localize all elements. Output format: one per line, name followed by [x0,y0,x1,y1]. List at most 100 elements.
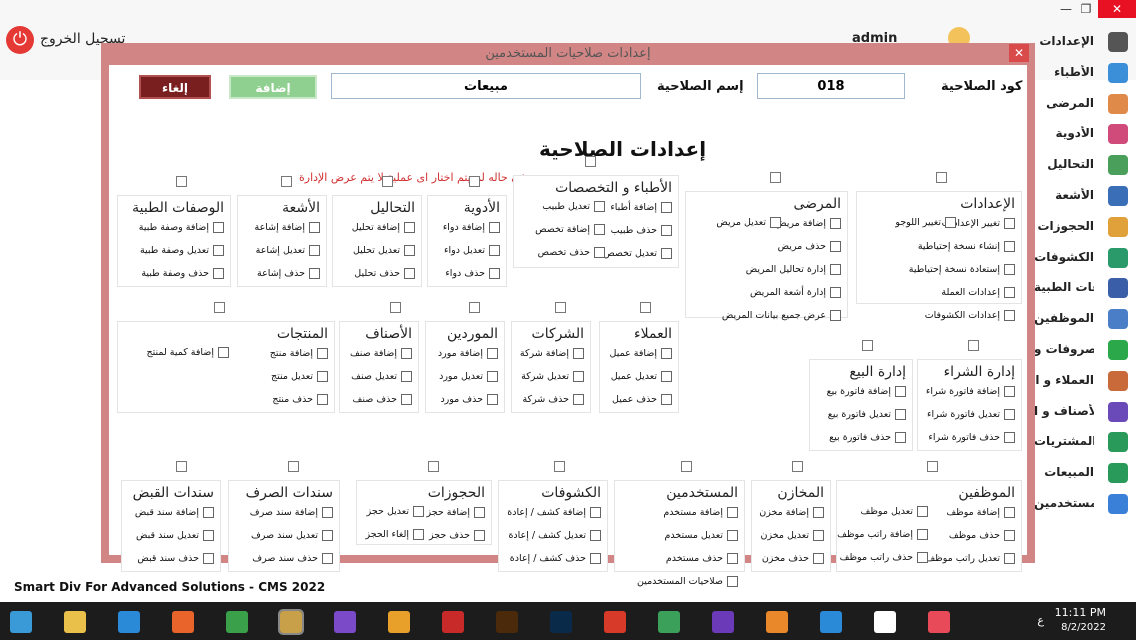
window-close-button[interactable]: ✕ [1098,0,1136,18]
permission-option[interactable]: تعديل مخزن [756,524,824,547]
permission-checkbox[interactable] [309,245,320,256]
permission-option[interactable]: تعديل وصفة طبية [122,239,224,262]
permission-checkbox[interactable] [594,224,605,235]
permission-checkbox[interactable] [413,529,424,540]
permission-checkbox[interactable] [1004,386,1015,397]
group-select-checkbox[interactable] [176,176,187,187]
permission-checkbox[interactable] [474,530,485,541]
permission-checkbox[interactable] [813,530,824,541]
permission-option[interactable]: تعديل عميل [604,365,672,388]
code-field[interactable]: 018 [757,73,905,99]
permission-checkbox[interactable] [413,506,424,517]
permission-checkbox[interactable] [1004,287,1015,298]
permission-option[interactable]: إضافة مستخدم [619,501,738,524]
permission-option[interactable]: تعديل فاتورة شراء [922,403,1015,426]
permission-checkbox[interactable] [727,530,738,541]
permission-checkbox[interactable] [474,507,485,518]
permission-option[interactable]: إلغاء الحجز [356,523,424,546]
permission-checkbox[interactable] [1004,241,1015,252]
add-button[interactable]: إضافة [229,75,317,99]
permission-checkbox[interactable] [203,530,214,541]
tools-icon[interactable] [278,609,304,635]
permission-checkbox[interactable] [489,268,500,279]
sidebar-item[interactable]: المشتريات [1024,428,1136,456]
language-indicator[interactable]: ع [1037,614,1044,627]
permission-checkbox[interactable] [1004,530,1015,541]
group-select-checkbox[interactable] [681,461,692,472]
permission-option[interactable]: إضافة تحليل [337,216,415,239]
permission-option[interactable]: تعديل مريض [685,211,781,234]
permission-checkbox[interactable] [213,268,224,279]
permission-checkbox[interactable] [489,245,500,256]
permission-checkbox[interactable] [1004,507,1015,518]
permission-option[interactable]: حذف عميل [604,388,672,411]
clock-date[interactable]: 8/2/2022 [1061,622,1106,633]
permission-checkbox[interactable] [1004,218,1015,229]
permission-option[interactable]: حذف صنف [344,388,412,411]
group-select-checkbox[interactable] [288,461,299,472]
permission-checkbox[interactable] [917,552,928,563]
permission-option[interactable]: تغيير اللوجو [856,211,956,234]
permission-checkbox[interactable] [1004,409,1015,420]
permission-option[interactable]: تعديل مستخدم [619,524,738,547]
permission-checkbox[interactable] [404,222,415,233]
permission-option[interactable]: إضافة إشاعة [242,216,320,239]
permission-checkbox[interactable] [813,507,824,518]
file-explorer-icon[interactable] [64,611,86,633]
permission-checkbox[interactable] [945,217,956,228]
restore-icon[interactable]: ❐ [1072,0,1100,18]
permission-option[interactable]: تعديل طبيب [513,195,605,218]
permission-checkbox[interactable] [573,371,584,382]
permission-checkbox[interactable] [487,394,498,405]
sidebar-item[interactable]: الأشعة [1024,182,1136,210]
permission-checkbox[interactable] [401,348,412,359]
group-select-checkbox[interactable] [770,172,781,183]
permission-option[interactable]: حذف سند قبض [126,547,214,570]
permission-checkbox[interactable] [917,506,928,517]
permission-option[interactable]: حذف تحليل [337,262,415,285]
clinic-app-icon[interactable] [928,611,950,633]
filezilla-icon[interactable] [442,611,464,633]
sidebar-item[interactable]: الإعدادات [1024,28,1136,56]
permission-checkbox[interactable] [661,371,672,382]
permission-option[interactable]: حذف إشاعة [242,262,320,285]
sidebar-item[interactable]: الحجوزات [1024,213,1136,241]
sidebar-item[interactable]: الموظفين [1024,305,1136,333]
group-select-checkbox[interactable] [428,461,439,472]
permission-checkbox[interactable] [830,218,841,229]
dialog-close-button[interactable]: ✕ [1009,44,1029,62]
permission-checkbox[interactable] [590,530,601,541]
permission-option[interactable]: تعديل سند قبض [126,524,214,547]
group-select-checkbox[interactable] [176,461,187,472]
permission-option[interactable]: تعديل موظف [836,500,928,523]
permission-checkbox[interactable] [1004,432,1015,443]
permission-option[interactable]: إضافة وصفة طبية [122,216,224,239]
permission-option[interactable]: حذف كشف / إعادة [503,547,601,570]
group-select-checkbox[interactable] [281,176,292,187]
permission-checkbox[interactable] [573,348,584,359]
permission-checkbox[interactable] [322,553,333,564]
group-select-checkbox[interactable] [792,461,803,472]
permission-checkbox[interactable] [727,553,738,564]
permission-option[interactable]: حذف وصفة طبية [122,262,224,285]
permission-option[interactable]: إعدادات الكشوفات [861,304,1015,327]
permission-checkbox[interactable] [401,371,412,382]
permission-checkbox[interactable] [309,222,320,233]
permission-option[interactable]: حذف مورد [430,388,498,411]
clock-time[interactable]: 11:11 PM [1055,606,1106,619]
permission-option[interactable]: إضافة دواء [432,216,500,239]
permission-option[interactable]: إضافة راتب موظف [836,523,928,546]
permission-option[interactable]: إضافة شركة [516,342,584,365]
permission-checkbox[interactable] [317,394,328,405]
permission-checkbox[interactable] [218,347,229,358]
permission-option[interactable]: إضافة تخصص [513,218,605,241]
permission-option[interactable]: تعديل إشاعة [242,239,320,262]
group-select-checkbox[interactable] [862,340,873,351]
name-field[interactable]: مبيعات [331,73,641,99]
permission-checkbox[interactable] [487,348,498,359]
permission-checkbox[interactable] [895,432,906,443]
permission-checkbox[interactable] [213,245,224,256]
permission-checkbox[interactable] [661,248,672,259]
permission-option[interactable]: حذف شركة [516,388,584,411]
permission-checkbox[interactable] [1004,553,1015,564]
